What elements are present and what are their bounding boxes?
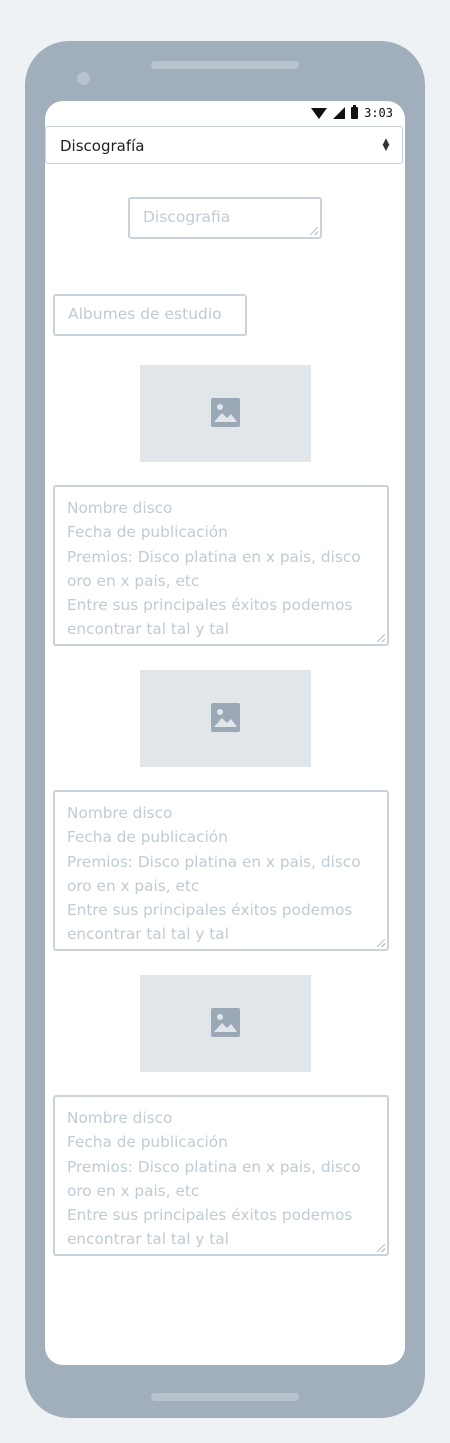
description-line: Entre sus principales éxitos podemos [67, 1206, 353, 1225]
description-line: encontrar tal tal y tal [67, 620, 229, 639]
resize-handle-icon[interactable] [377, 1244, 385, 1252]
battery-icon [351, 105, 359, 119]
description-line: encontrar tal tal y tal [67, 925, 229, 944]
image-placeholder-icon [211, 703, 240, 732]
description-line: Premios: Disco platina en x pais, disco [67, 547, 361, 566]
album-image-placeholder [140, 975, 311, 1072]
description-line: oro en x pais, etc [67, 1181, 200, 1200]
description-line: Premios: Disco platina en x pais, disco [67, 852, 361, 871]
section-select-value: Discografía [60, 137, 145, 155]
album-description-field[interactable]: Nombre disco Fecha de publicación Premios:… [53, 1095, 389, 1256]
album-image-placeholder [140, 365, 311, 462]
description-line: Premios: Disco platina en x pais, disco [67, 1157, 361, 1176]
description-line: Fecha de publicación [67, 828, 228, 847]
category-field[interactable]: Albumes de estudio [53, 294, 247, 336]
select-arrows-icon: ▲ ▼ [382, 137, 390, 153]
device-screen: 3:03 Discografía ▲ ▼ Discografia Albumes … [45, 101, 405, 1365]
title-field[interactable]: Discografia [128, 197, 322, 239]
home-bar [151, 1393, 299, 1401]
image-placeholder-icon [211, 398, 240, 427]
album-description-field[interactable]: Nombre disco Fecha de publicación Premios:… [53, 790, 389, 951]
description-line: Fecha de publicación [67, 523, 228, 542]
description-line: Entre sus principales éxitos podemos [67, 901, 353, 920]
title-field-placeholder: Discografia [143, 208, 231, 226]
album-description-placeholder: Nombre disco Fecha de publicación Premios:… [67, 1106, 377, 1252]
resize-handle-icon[interactable] [310, 227, 318, 235]
resize-handle-icon[interactable] [377, 939, 385, 947]
description-line: encontrar tal tal y tal [67, 1230, 229, 1249]
wifi-icon [311, 107, 328, 119]
status-bar: 3:03 [45, 101, 405, 126]
device-frame: 3:03 Discografía ▲ ▼ Discografia Albumes … [25, 41, 425, 1418]
status-time: 3:03 [364, 106, 393, 120]
description-line: Nombre disco [67, 499, 173, 517]
album-description-placeholder: Nombre disco Fecha de publicación Premios:… [67, 496, 377, 642]
description-line: Nombre disco [67, 1109, 173, 1127]
category-field-placeholder: Albumes de estudio [68, 305, 222, 323]
resize-handle-icon[interactable] [377, 634, 385, 642]
album-image-placeholder [140, 670, 311, 767]
signal-icon [333, 107, 346, 119]
description-line: Fecha de publicación [67, 1133, 228, 1152]
camera-icon [77, 72, 90, 85]
description-line: oro en x pais, etc [67, 876, 200, 895]
description-line: Nombre disco [67, 804, 173, 822]
speaker-grille [151, 61, 299, 69]
album-description-field[interactable]: Nombre disco Fecha de publicación Premios:… [53, 485, 389, 646]
section-select[interactable]: Discografía ▲ ▼ [45, 126, 403, 164]
album-description-placeholder: Nombre disco Fecha de publicación Premios:… [67, 801, 377, 947]
description-line: oro en x pais, etc [67, 571, 200, 590]
description-line: Entre sus principales éxitos podemos [67, 596, 353, 615]
image-placeholder-icon [211, 1008, 240, 1037]
